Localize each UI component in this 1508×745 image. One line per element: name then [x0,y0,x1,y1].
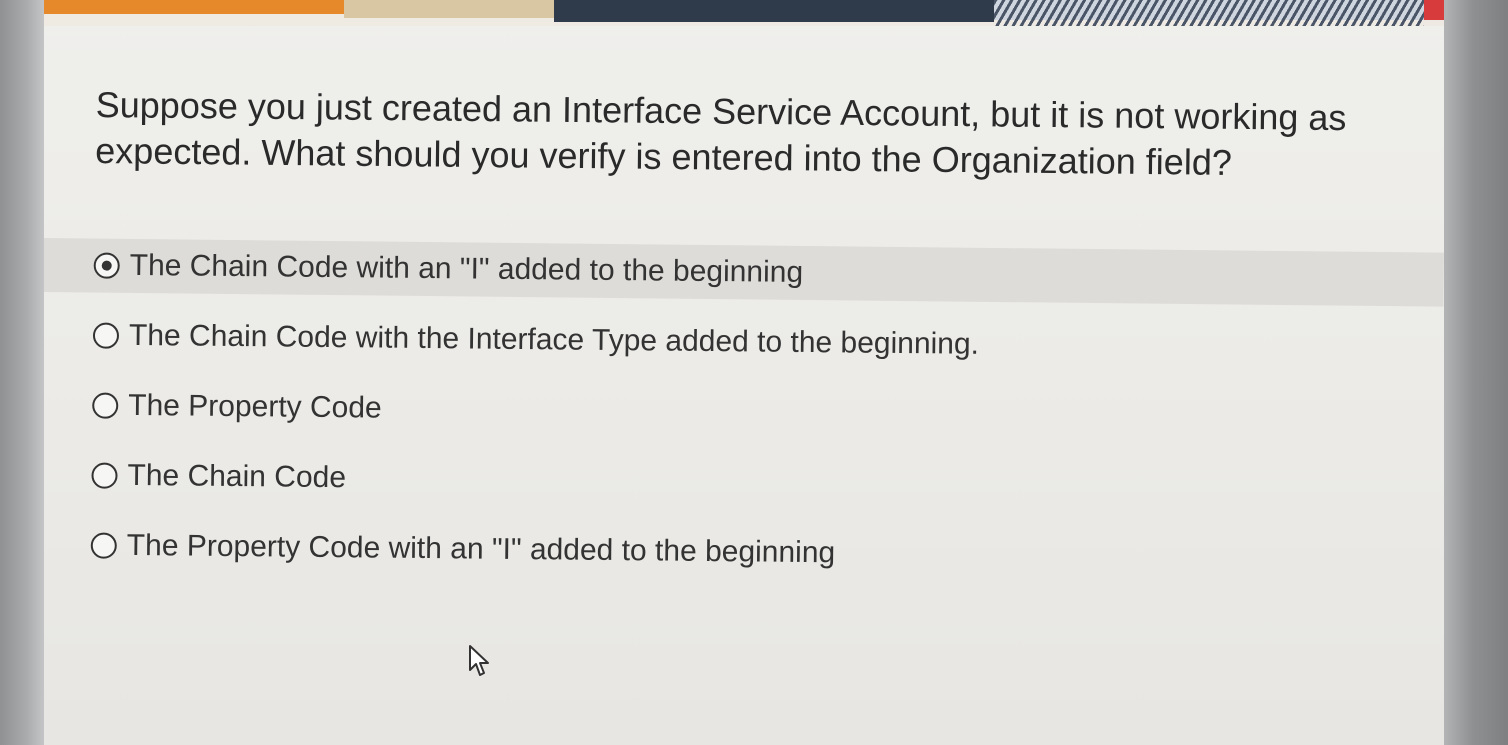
answer-option-2[interactable]: The Chain Code with the Interface Type a… [44,308,1443,377]
banner-orange-segment [44,0,344,26]
radio-unselected-icon[interactable] [90,532,117,559]
answer-options: The Chain Code with an "I" added to the … [44,238,1444,603]
mouse-pointer-icon [469,645,489,676]
question-text: Suppose you just created an Interface Se… [95,83,1347,183]
answer-option-3[interactable]: The Property Code [44,378,1442,447]
banner-red-segment [1424,0,1444,26]
radio-unselected-icon[interactable] [92,392,119,419]
banner-navy-segment [554,0,994,26]
answer-option-label: The Property Code [128,388,382,425]
answer-option-label: The Chain Code with an "I" added to the … [129,248,804,289]
answer-option-label: The Chain Code [127,458,347,495]
radio-dot-icon [101,260,112,271]
monitor-bezel-left [0,0,44,745]
banner-tan-segment [344,0,554,26]
answer-option-label: The Property Code with an "I" added to t… [126,528,836,570]
radio-unselected-icon[interactable] [92,322,120,349]
answer-option-4[interactable]: The Chain Code [44,448,1442,517]
radio-selected-icon[interactable] [93,252,120,279]
quiz-screen: Suppose you just created an Interface Se… [44,0,1444,745]
monitor-bezel-right [1444,0,1508,745]
answer-option-label: The Chain Code with the Interface Type a… [128,318,980,361]
banner-pattern-segment [994,0,1424,26]
radio-unselected-icon[interactable] [91,462,118,489]
answer-option-1[interactable]: The Chain Code with an "I" added to the … [44,238,1444,307]
answer-option-5[interactable]: The Property Code with an "I" added to t… [44,518,1441,587]
header-banner [44,0,1444,26]
